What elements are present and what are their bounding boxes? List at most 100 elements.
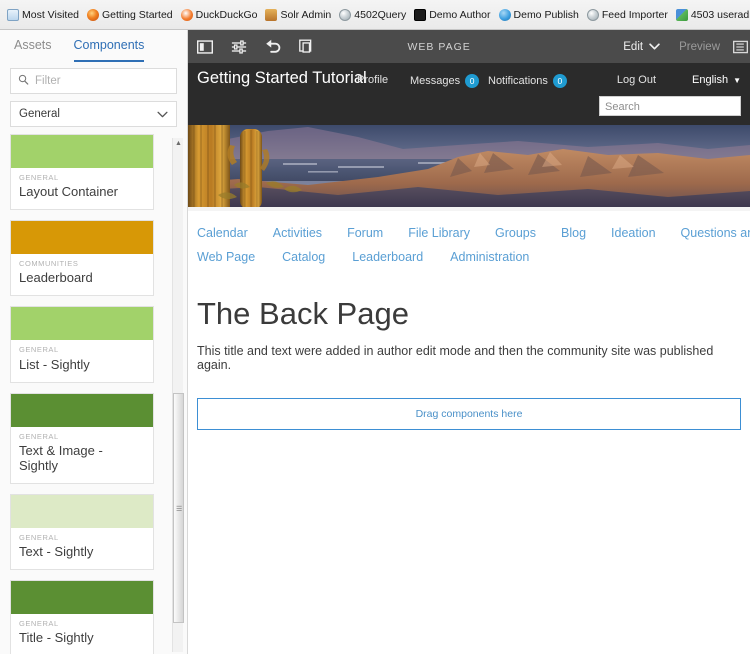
- nav-link-questions-and-answers[interactable]: Questions and Answers: [681, 221, 750, 245]
- component-card[interactable]: COMMUNITIES Leaderboard: [10, 220, 154, 297]
- component-dropzone[interactable]: Drag components here: [197, 398, 741, 431]
- bookmark-item[interactable]: 4502Query: [336, 8, 411, 22]
- site-search-input[interactable]: [600, 98, 740, 116]
- aem-editor-toolbar: WEB PAGE Edit Preview: [188, 30, 750, 63]
- page-title: The Back Page: [197, 296, 409, 331]
- people-icon: [675, 8, 688, 21]
- bookmark-label: Most Visited: [22, 8, 79, 21]
- component-card[interactable]: GENERAL Text - Sightly: [10, 493, 154, 570]
- nav-link-blog[interactable]: Blog: [561, 221, 586, 245]
- component-list[interactable]: GENERAL Layout Container COMMUNITIES Leader…: [10, 134, 178, 654]
- logout-button[interactable]: Log Out: [617, 74, 656, 86]
- scroll-up-arrow-icon[interactable]: ▲: [173, 138, 184, 149]
- component-group-label: GENERAL: [19, 431, 59, 441]
- chevron-down-icon: [649, 41, 660, 53]
- component-group-label: GENERAL: [19, 532, 59, 542]
- sidebar-scrollbar-thumb[interactable]: ☰: [173, 393, 184, 623]
- solr-icon: [265, 8, 278, 21]
- scrollbar-grip-icon: ☰: [176, 506, 183, 513]
- component-card-body: COMMUNITIES Leaderboard: [11, 254, 153, 295]
- nav-link-leaderboard[interactable]: Leaderboard: [352, 245, 423, 269]
- edit-mode-label: Edit: [623, 40, 644, 53]
- header-link-profile[interactable]: Profile: [357, 74, 388, 86]
- component-card[interactable]: GENERAL Layout Container: [10, 134, 154, 211]
- bookmark-item[interactable]: Solr Admin: [262, 8, 336, 22]
- filter-input[interactable]: [35, 75, 187, 87]
- dark-square-icon: [414, 8, 427, 21]
- component-group-label: COMMUNITIES: [19, 259, 79, 269]
- bookmark-item[interactable]: Demo Author: [411, 8, 495, 22]
- component-group-select-value: General: [19, 108, 60, 120]
- nav-row-secondary: Web Page Catalog Leaderboard Administration: [197, 245, 741, 269]
- nav-link-catalog[interactable]: Catalog: [282, 245, 325, 269]
- notifications-badge: 0: [552, 74, 567, 88]
- tab-assets-label: Assets: [14, 37, 52, 52]
- bookmark-item[interactable]: Most Visited: [4, 8, 84, 22]
- component-card-body: GENERAL Text & Image - Sightly: [11, 427, 153, 483]
- sidebar-tab-bar: Assets Components: [0, 30, 187, 62]
- nav-link-calendar[interactable]: Calendar: [197, 221, 248, 245]
- component-group-label: GENERAL: [19, 173, 59, 182]
- page-canvas: Getting Started Tutorial Profile Message…: [188, 63, 750, 654]
- tab-components[interactable]: Components: [73, 30, 145, 62]
- edit-mode-selector[interactable]: Edit: [614, 30, 669, 63]
- component-thumbnail: [11, 307, 153, 341]
- nav-link-administration[interactable]: Administration: [450, 245, 529, 269]
- component-card[interactable]: GENERAL List - Sightly: [10, 306, 154, 383]
- component-card-body: GENERAL List - Sightly: [11, 340, 153, 381]
- browser-bookmarks-bar: Most Visited Getting Started DuckDuckGo Sol…: [0, 0, 750, 30]
- nav-link-groups[interactable]: Groups: [495, 221, 536, 245]
- component-group-select[interactable]: General: [10, 101, 177, 127]
- site-navigation: Calendar Activities Forum File Library Group…: [188, 211, 750, 275]
- bookmark-label: Demo Publish: [513, 8, 579, 21]
- bookmark-item[interactable]: DuckDuckGo: [178, 8, 263, 22]
- bookmark-label: Solr Admin: [280, 8, 332, 21]
- tab-assets[interactable]: Assets: [14, 30, 52, 62]
- right-rail-toggle-icon[interactable]: [730, 30, 750, 63]
- dropzone-label: Drag components here: [415, 408, 523, 421]
- nav-link-ideation[interactable]: Ideation: [611, 221, 655, 245]
- nav-link-activities[interactable]: Activities: [273, 221, 322, 245]
- component-thumbnail: [11, 221, 153, 255]
- component-card-body: GENERAL Title - Sightly: [11, 614, 153, 654]
- header-link-messages-label: Messages: [410, 75, 461, 87]
- bookmark-label: 4502Query: [354, 8, 407, 21]
- component-thumbnail: [11, 580, 153, 614]
- hero-banner-image: [188, 125, 750, 211]
- site-search-field[interactable]: [599, 96, 741, 116]
- bookmark-item[interactable]: Feed Importer: [584, 8, 673, 22]
- nav-link-file-library[interactable]: File Library: [408, 221, 470, 245]
- filter-field[interactable]: ✕: [10, 68, 187, 94]
- side-panel-icon[interactable]: [188, 30, 222, 63]
- component-card[interactable]: GENERAL Text & Image - Sightly: [10, 392, 154, 484]
- preview-label: Preview: [679, 40, 720, 53]
- site-header: Getting Started Tutorial Profile Message…: [188, 63, 750, 125]
- toolbar-right-group: Edit Preview: [614, 30, 750, 63]
- messages-badge: 0: [465, 74, 480, 88]
- page-properties-icon[interactable]: [222, 30, 256, 63]
- nav-row-primary: Calendar Activities Forum File Library Group…: [197, 221, 750, 245]
- header-link-notifications[interactable]: Notifications 0: [488, 74, 567, 88]
- bookmark-label: 4503 useradmin: [690, 8, 750, 21]
- header-link-notifications-label: Notifications: [488, 75, 548, 87]
- header-link-messages[interactable]: Messages 0: [410, 74, 480, 88]
- component-title: Title - Sightly: [19, 630, 94, 646]
- language-selector[interactable]: English ▼: [692, 74, 741, 86]
- component-card-body: GENERAL Text - Sightly: [11, 528, 153, 569]
- components-sidebar: Assets Components ✕ General GENERAL Layou…: [0, 30, 188, 654]
- bookmark-item[interactable]: Getting Started: [84, 8, 178, 22]
- sidebar-scrollbar[interactable]: ▲ ☰: [172, 138, 184, 652]
- bookmark-item[interactable]: Demo Publish: [496, 8, 584, 22]
- caret-down-icon: ▼: [733, 75, 741, 85]
- doc-icon: [7, 8, 19, 21]
- component-card[interactable]: GENERAL Title - Sightly: [10, 579, 154, 654]
- chevron-down-icon: [157, 105, 168, 123]
- search-icon: [18, 72, 29, 90]
- firefox-icon: [87, 8, 99, 21]
- preview-button[interactable]: Preview: [669, 30, 730, 63]
- nav-link-web-page[interactable]: Web Page: [197, 245, 255, 269]
- bookmark-label: Demo Author: [429, 8, 491, 21]
- bookmark-label: Getting Started: [102, 8, 173, 21]
- bookmark-item[interactable]: 4503 useradmin: [673, 8, 750, 22]
- nav-link-forum[interactable]: Forum: [347, 221, 383, 245]
